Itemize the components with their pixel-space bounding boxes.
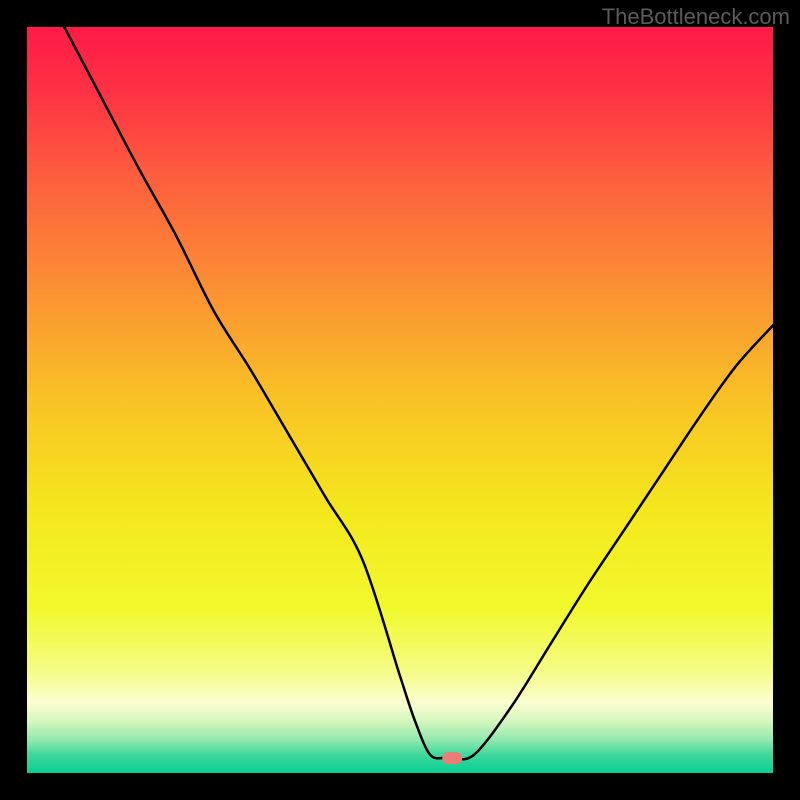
- optimum-marker: [442, 752, 462, 764]
- chart-svg: [0, 0, 800, 800]
- watermark-text: TheBottleneck.com: [602, 4, 790, 30]
- chart-gradient-bg: [27, 27, 773, 773]
- bottleneck-chart: TheBottleneck.com: [0, 0, 800, 800]
